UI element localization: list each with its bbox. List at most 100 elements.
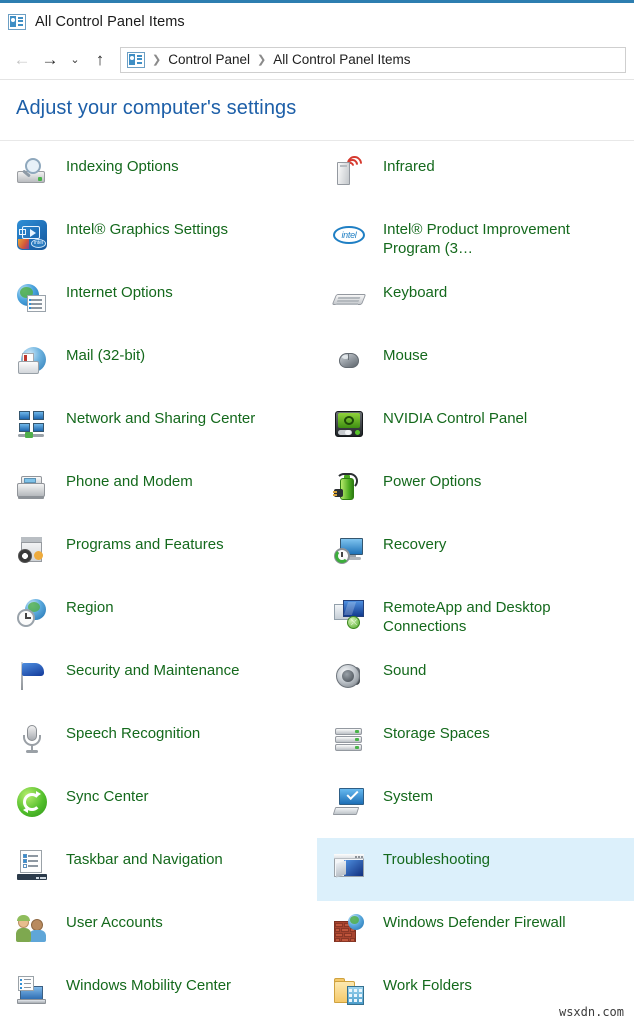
forward-icon[interactable]: → — [36, 46, 64, 74]
item-label: Troubleshooting — [383, 851, 491, 868]
item-label: Security and Maintenance — [66, 662, 240, 679]
item-label: Work Folders — [383, 977, 472, 994]
item-label: Intel® Graphics Settings — [66, 221, 228, 238]
address-bar[interactable]: ❯ Control Panel ❯ All Control Panel Item… — [120, 46, 626, 73]
page-title: Adjust your computer's settings — [16, 97, 297, 119]
control-panel-item-sound[interactable]: Sound — [317, 649, 634, 712]
troubleshooting-icon — [333, 849, 365, 881]
control-panel-item-keyboard[interactable]: Keyboard — [317, 271, 634, 334]
control-panel-item-power-options[interactable]: Power Options — [317, 460, 634, 523]
item-label: Taskbar and Navigation — [66, 851, 223, 868]
control-panel-item-storage-spaces[interactable]: Storage Spaces — [317, 712, 634, 775]
chevron-down-icon[interactable]: ⌄ — [64, 46, 86, 74]
item-label: Mail (32-bit) — [66, 347, 146, 364]
breadcrumb-separator: ❯ — [257, 54, 267, 66]
breadcrumb-control-panel-icon — [127, 51, 145, 68]
item-label: Network and Sharing Center — [66, 410, 256, 427]
control-panel-item-internet-options[interactable]: Internet Options — [0, 271, 317, 334]
intel-logo-icon: intel — [333, 219, 365, 251]
control-panel-item-intel-graphics-settings[interactable]: intel Intel® Graphics Settings — [0, 208, 317, 271]
control-panel-item-windows-defender-firewall[interactable]: Windows Defender Firewall — [317, 901, 634, 964]
items-right-column: Infrared intel Intel® Product Improvemen… — [317, 145, 634, 1027]
storage-spaces-icon — [333, 723, 365, 755]
infrared-icon — [333, 152, 366, 188]
speech-recognition-icon — [16, 723, 48, 755]
item-label: Phone and Modem — [66, 473, 193, 490]
item-label: Indexing Options — [66, 158, 179, 175]
internet-options-icon — [16, 282, 48, 314]
control-panel-icon — [8, 13, 26, 30]
control-panel-item-mouse[interactable]: Mouse — [317, 334, 634, 397]
item-label: Sync Center — [66, 788, 149, 805]
items-left-column: Indexing Options intel Intel® Graphics S… — [0, 145, 317, 1027]
item-label: Sound — [383, 662, 427, 679]
windows-mobility-center-icon — [16, 975, 48, 1007]
control-panel-item-region[interactable]: Region — [0, 586, 317, 649]
item-label: Programs and Features — [66, 536, 224, 553]
taskbar-and-navigation-icon — [16, 849, 48, 881]
breadcrumb-separator: ❯ — [152, 54, 162, 66]
nvidia-control-panel-icon — [333, 408, 365, 440]
control-panel-item-sync-center[interactable]: Sync Center — [0, 775, 317, 838]
control-panel-item-speech-recognition[interactable]: Speech Recognition — [0, 712, 317, 775]
item-label: Speech Recognition — [66, 725, 201, 742]
control-panel-item-indexing-options[interactable]: Indexing Options — [0, 145, 317, 208]
work-folders-icon — [333, 975, 365, 1007]
item-label: User Accounts — [66, 914, 163, 931]
windows-defender-firewall-icon — [333, 912, 365, 944]
item-label: Windows Mobility Center — [66, 977, 232, 994]
control-panel-item-security-and-maintenance[interactable]: Security and Maintenance — [0, 649, 317, 712]
mail-icon — [16, 345, 48, 377]
item-label: Internet Options — [66, 284, 173, 301]
item-label: System — [383, 788, 434, 805]
back-icon[interactable]: ← — [8, 46, 36, 74]
item-label: Recovery — [383, 536, 447, 553]
mouse-icon — [333, 345, 365, 377]
recovery-icon — [333, 534, 365, 566]
region-icon — [16, 597, 48, 629]
control-panel-item-programs-and-features[interactable]: Programs and Features — [0, 523, 317, 586]
indexing-options-icon — [16, 156, 48, 188]
breadcrumb-all-control-panel-items[interactable]: All Control Panel Items — [273, 52, 410, 67]
control-panel-item-nvidia-control-panel[interactable]: NVIDIA Control Panel — [317, 397, 634, 460]
navigation-toolbar: ← → ⌄ ↑ ❯ Control Panel ❯ All Control Pa… — [0, 40, 634, 79]
item-label: Region — [66, 599, 114, 616]
security-and-maintenance-icon — [16, 660, 48, 692]
control-panel-item-system[interactable]: System — [317, 775, 634, 838]
item-label: NVIDIA Control Panel — [383, 410, 528, 427]
title-bar: All Control Panel Items — [0, 3, 634, 40]
sound-icon — [333, 660, 365, 692]
remoteapp-icon: ⤬ — [333, 597, 365, 629]
breadcrumb-control-panel[interactable]: Control Panel — [168, 52, 250, 67]
item-label: Intel® Product Improvement Program (3… — [383, 221, 570, 257]
control-panel-item-remoteapp-and-desktop-connections[interactable]: ⤬ RemoteApp and Desktop Connections — [317, 586, 634, 649]
window-title: All Control Panel Items — [35, 13, 185, 30]
system-icon — [332, 786, 365, 818]
control-panel-item-windows-mobility-center[interactable]: Windows Mobility Center — [0, 964, 317, 1027]
item-label: Power Options — [383, 473, 482, 490]
control-panel-item-troubleshooting[interactable]: Troubleshooting — [317, 838, 634, 901]
power-options-icon — [333, 471, 365, 503]
control-panel-item-network-and-sharing-center[interactable]: Network and Sharing Center — [0, 397, 317, 460]
control-panel-item-user-accounts[interactable]: User Accounts — [0, 901, 317, 964]
control-panel-item-recovery[interactable]: Recovery — [317, 523, 634, 586]
item-label: Mouse — [383, 347, 429, 364]
control-panel-item-intel-product-improvement-program[interactable]: intel Intel® Product Improvement Program… — [317, 208, 634, 271]
control-panel-item-taskbar-and-navigation[interactable]: Taskbar and Navigation — [0, 838, 317, 901]
intel-graphics-settings-icon: intel — [16, 219, 48, 251]
item-label: Storage Spaces — [383, 725, 490, 742]
up-icon[interactable]: ↑ — [86, 46, 114, 74]
item-label: Windows Defender Firewall — [383, 914, 566, 931]
control-panel-item-phone-and-modem[interactable]: Phone and Modem — [0, 460, 317, 523]
item-label: Keyboard — [383, 284, 448, 301]
keyboard-icon — [331, 282, 367, 314]
item-label: RemoteApp and Desktop Connections — [383, 599, 551, 635]
phone-and-modem-icon — [16, 471, 48, 503]
control-panel-items-grid: Indexing Options intel Intel® Graphics S… — [0, 141, 634, 1027]
control-panel-item-infrared[interactable]: Infrared — [317, 145, 634, 208]
user-accounts-icon — [16, 912, 48, 944]
sync-center-icon — [16, 786, 48, 818]
network-sharing-center-icon — [16, 408, 48, 440]
control-panel-item-mail[interactable]: Mail (32-bit) — [0, 334, 317, 397]
item-label: Infrared — [383, 158, 435, 175]
